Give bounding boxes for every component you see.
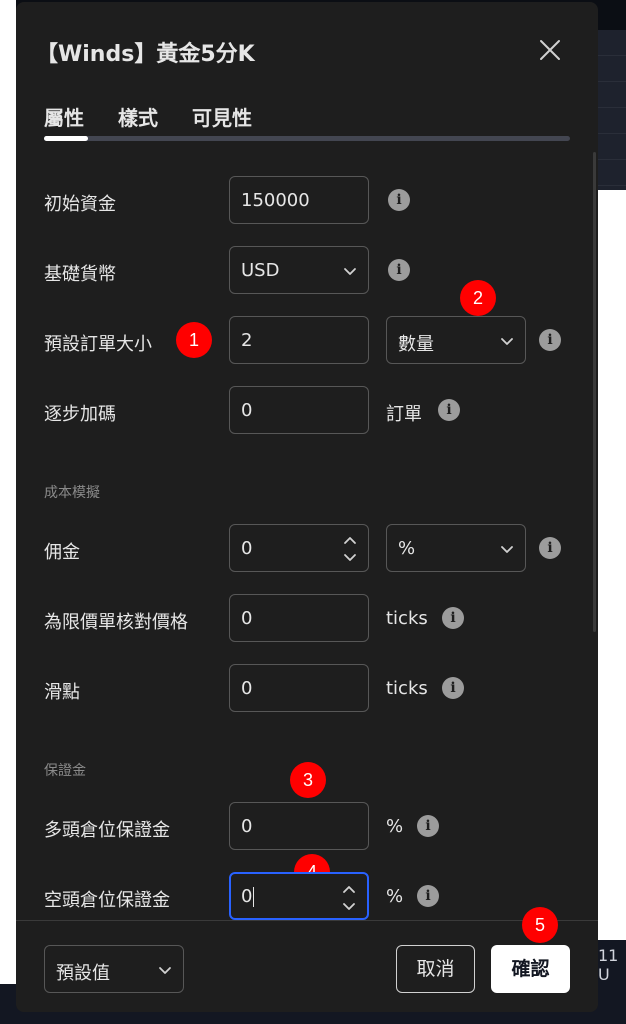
- order-size-unit-value: 數量: [398, 334, 434, 355]
- defaults-label: 預設值: [56, 963, 110, 984]
- initial-capital-label: 初始資金: [44, 194, 116, 215]
- text-caret: [253, 887, 255, 907]
- info-icon[interactable]: i: [539, 537, 561, 559]
- chevron-down-icon: [501, 338, 513, 345]
- annotation-badge-1: 1: [176, 322, 212, 358]
- limit-verify-unit: ticks: [386, 608, 428, 629]
- info-icon[interactable]: i: [417, 885, 439, 907]
- long-margin-label: 多頭倉位保證金: [44, 820, 170, 841]
- pyramiding-input[interactable]: 0: [229, 386, 369, 434]
- order-size-label: 預設訂單大小: [44, 334, 152, 355]
- info-icon[interactable]: i: [388, 259, 410, 281]
- commission-value: 0: [241, 538, 253, 559]
- dialog-header: 【Winds】黃金5分K: [16, 2, 598, 98]
- long-margin-unit: %: [386, 816, 404, 837]
- order-size-unit-select[interactable]: 數量: [386, 316, 526, 364]
- chevron-down-icon: [159, 967, 171, 974]
- info-icon[interactable]: i: [388, 189, 410, 211]
- commission-label: 佣金: [44, 542, 80, 563]
- strategy-properties-dialog: 【Winds】黃金5分K 屬性 樣式 可見性 初始資金 150000 i 基礎貨…: [16, 2, 598, 1012]
- annotation-badge-3: 3: [290, 762, 326, 798]
- tab-track: [44, 136, 570, 141]
- short-margin-unit: %: [386, 886, 404, 907]
- commission-input[interactable]: 0: [229, 524, 369, 572]
- close-button[interactable]: [534, 34, 566, 66]
- base-currency-select[interactable]: USD: [229, 246, 369, 294]
- dialog-footer: 預設值 取消 確認 5: [16, 907, 598, 1012]
- dialog-title: 【Winds】黃金5分K: [36, 42, 255, 67]
- initial-capital-input[interactable]: 150000: [229, 176, 369, 224]
- slippage-unit: ticks: [386, 678, 428, 699]
- stepper-icon[interactable]: [342, 531, 358, 567]
- pyramiding-unit: 訂單: [386, 404, 422, 425]
- order-size-input[interactable]: 2: [229, 316, 369, 364]
- background-right-panel: [598, 30, 626, 190]
- tab-active-indicator: [44, 136, 88, 141]
- margin-section-label: 保證金: [44, 763, 86, 779]
- long-margin-input[interactable]: 0: [229, 802, 369, 850]
- chevron-down-icon: [344, 268, 356, 275]
- pyramiding-label: 逐步加碼: [44, 404, 116, 425]
- cost-section-label: 成本模擬: [44, 485, 100, 501]
- short-margin-value: 0: [241, 886, 253, 907]
- commission-unit-value: %: [398, 538, 416, 559]
- chevron-down-icon: [501, 546, 513, 553]
- limit-verify-input[interactable]: 0: [229, 594, 369, 642]
- cancel-button[interactable]: 取消: [396, 945, 475, 993]
- background-footer-text: 11 U: [598, 940, 626, 984]
- info-icon[interactable]: i: [442, 607, 464, 629]
- base-currency-label: 基礎貨幣: [44, 264, 116, 285]
- annotation-badge-5: 5: [522, 907, 558, 943]
- slippage-label: 滑點: [44, 682, 80, 703]
- base-currency-value: USD: [241, 260, 280, 281]
- defaults-select[interactable]: 預設值: [44, 945, 184, 993]
- confirm-button[interactable]: 確認: [491, 945, 570, 993]
- info-icon[interactable]: i: [438, 399, 460, 421]
- info-icon[interactable]: i: [539, 329, 561, 351]
- close-icon: [540, 40, 560, 60]
- info-icon[interactable]: i: [417, 815, 439, 837]
- annotation-badge-2: 2: [460, 280, 496, 316]
- commission-unit-select[interactable]: %: [386, 524, 526, 572]
- background-chart-left: [0, 0, 16, 1024]
- slippage-input[interactable]: 0: [229, 664, 369, 712]
- info-icon[interactable]: i: [442, 677, 464, 699]
- scrollbar[interactable]: [593, 152, 596, 632]
- stepper-icon[interactable]: [341, 880, 357, 916]
- short-margin-input[interactable]: 0: [229, 872, 369, 920]
- limit-verify-label: 為限價單核對價格: [44, 612, 188, 633]
- short-margin-label: 空頭倉位保證金: [44, 890, 170, 911]
